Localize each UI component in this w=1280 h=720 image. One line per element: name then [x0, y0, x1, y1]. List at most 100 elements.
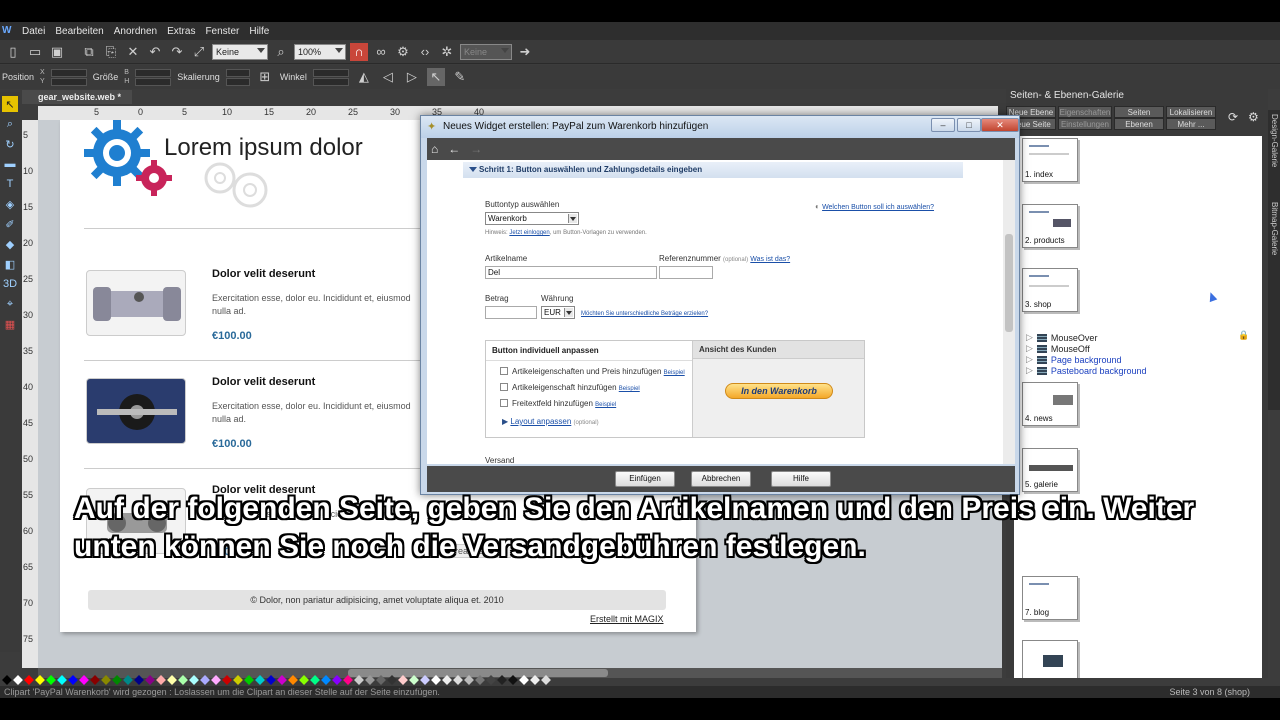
site-title[interactable]: Lorem ipsum dolor: [164, 134, 363, 162]
color-swatch[interactable]: [420, 675, 430, 685]
maximize-button[interactable]: □: [957, 118, 981, 132]
magnet-icon[interactable]: ∩: [350, 42, 368, 61]
minimize-button[interactable]: –: [931, 118, 955, 132]
which-button-link[interactable]: ◐ Welchen Button soll ich auswählen?: [815, 202, 934, 211]
color-swatch[interactable]: [442, 675, 452, 685]
new-file-icon[interactable]: ▯: [4, 43, 22, 61]
dialog-scrollbar[interactable]: [1003, 160, 1015, 464]
color-swatch[interactable]: [145, 675, 155, 685]
copy-icon[interactable]: ⧉: [80, 43, 98, 61]
color-swatch[interactable]: [332, 675, 342, 685]
tab-more[interactable]: Mehr ...: [1166, 118, 1216, 130]
option-checkbox-1[interactable]: [500, 367, 508, 375]
color-swatch[interactable]: [101, 675, 111, 685]
scale-h-field[interactable]: [225, 77, 250, 86]
menu-datei[interactable]: Datei: [22, 26, 45, 37]
font-select[interactable]: Keine: [460, 43, 512, 60]
angle-field-2[interactable]: [312, 77, 349, 86]
cancel-button[interactable]: Abbrechen: [691, 471, 751, 487]
undo-icon[interactable]: ↶: [146, 43, 164, 61]
reference-input[interactable]: [659, 266, 713, 279]
color-swatch[interactable]: [431, 675, 441, 685]
option-checkbox-2[interactable]: [500, 383, 508, 391]
options-icon[interactable]: ⚙: [1248, 110, 1259, 124]
color-swatch[interactable]: [200, 675, 210, 685]
help-button[interactable]: Hilfe: [771, 471, 831, 487]
color-swatch[interactable]: [156, 675, 166, 685]
design-gallery-tab[interactable]: Design-Galerie: [1269, 114, 1279, 167]
style-select[interactable]: Keine: [212, 43, 268, 60]
redo-icon[interactable]: ↷: [168, 43, 186, 61]
pointer-tool-icon[interactable]: ↖: [426, 68, 445, 86]
arrow-right-icon[interactable]: ➜: [516, 43, 534, 61]
color-swatch[interactable]: [211, 675, 221, 685]
what-is-this-link[interactable]: Was ist das?: [750, 256, 790, 263]
forward-arrow-icon[interactable]: →: [470, 142, 482, 156]
menu-anordnen[interactable]: Anordnen: [114, 26, 157, 37]
gradient-tool-icon[interactable]: ◧: [2, 256, 18, 272]
button-type-select[interactable]: Warenkorb: [485, 212, 579, 225]
color-swatch[interactable]: [387, 675, 397, 685]
color-swatch[interactable]: [233, 675, 243, 685]
layer-pasteboard-background[interactable]: ▷ Pasteboard background: [1026, 365, 1147, 376]
shape-tool-icon[interactable]: ◆: [2, 236, 18, 252]
layer-mouseoff[interactable]: ▷ MouseOff: [1026, 343, 1090, 354]
color-swatch[interactable]: [90, 675, 100, 685]
scale-w-field[interactable]: [225, 68, 250, 77]
color-swatch[interactable]: [530, 675, 540, 685]
zoom-select[interactable]: 100%: [294, 43, 346, 60]
rotate-tool-icon[interactable]: ↻: [2, 136, 18, 152]
color-swatch[interactable]: [255, 675, 265, 685]
tab-localize[interactable]: Lokalisieren: [1166, 106, 1216, 118]
menu-extras[interactable]: Extras: [167, 26, 195, 37]
size-width-field[interactable]: [135, 68, 172, 77]
color-swatch[interactable]: [222, 675, 232, 685]
page-thumb-blog[interactable]: 7. blog: [1022, 576, 1078, 620]
color-swatch[interactable]: [464, 675, 474, 685]
color-swatch[interactable]: [112, 675, 122, 685]
menu-fenster[interactable]: Fenster: [205, 26, 239, 37]
insert-button[interactable]: Einfügen: [615, 471, 675, 487]
color-swatch[interactable]: [310, 675, 320, 685]
color-swatch[interactable]: [486, 675, 496, 685]
color-swatch[interactable]: [178, 675, 188, 685]
lock-icon[interactable]: 🔒: [1238, 330, 1249, 341]
color-swatch[interactable]: [79, 675, 89, 685]
tab-layers[interactable]: Ebenen: [1114, 118, 1164, 130]
zoom-icon[interactable]: ⌕: [272, 43, 290, 61]
fill-tool-icon[interactable]: ◈: [2, 196, 18, 212]
option-checkbox-3[interactable]: [500, 399, 508, 407]
login-link[interactable]: Jetzt einloggen: [509, 230, 549, 236]
dialog-scroll-thumb[interactable]: [1005, 234, 1013, 332]
back-arrow-icon[interactable]: ←: [448, 142, 460, 156]
article-name-input[interactable]: Del: [485, 266, 657, 279]
color-swatch[interactable]: [2, 675, 12, 685]
position-y-field[interactable]: [50, 77, 87, 86]
color-swatch[interactable]: [321, 675, 331, 685]
refresh-icon[interactable]: ⟳: [1228, 110, 1238, 124]
color-swatch[interactable]: [266, 675, 276, 685]
color-swatch[interactable]: [409, 675, 419, 685]
page-list[interactable]: 1. index 2. products 3. shop ▷ MouseOver …: [1014, 136, 1262, 678]
color-swatch[interactable]: [244, 675, 254, 685]
product-title-2[interactable]: Dolor velit deserunt: [212, 376, 315, 388]
color-swatch[interactable]: [68, 675, 78, 685]
layout-customize-link[interactable]: ▶ Layout anpassen (optional): [502, 417, 599, 426]
rotate-icon[interactable]: ▷: [403, 68, 421, 86]
color-swatch[interactable]: [475, 675, 485, 685]
color-swatch[interactable]: [24, 675, 34, 685]
select-tool-icon[interactable]: ↖: [2, 96, 18, 112]
tab-settings[interactable]: Einstellungen: [1058, 118, 1112, 130]
menu-bearbeiten[interactable]: Bearbeiten: [55, 26, 103, 37]
text-tool-icon[interactable]: T: [2, 176, 18, 192]
open-folder-icon[interactable]: ▭: [26, 43, 44, 61]
color-swatch[interactable]: [343, 675, 353, 685]
lock-ratio-icon[interactable]: ⊞: [256, 68, 274, 86]
page-thumb-index[interactable]: 1. index: [1022, 138, 1078, 182]
tab-pages[interactable]: Seiten: [1114, 106, 1164, 118]
color-swatch[interactable]: [508, 675, 518, 685]
document-tab[interactable]: gear_website.web *: [22, 90, 132, 104]
product-title-1[interactable]: Dolor velit deserunt: [212, 268, 315, 280]
color-swatch[interactable]: [299, 675, 309, 685]
color-swatch[interactable]: [46, 675, 56, 685]
